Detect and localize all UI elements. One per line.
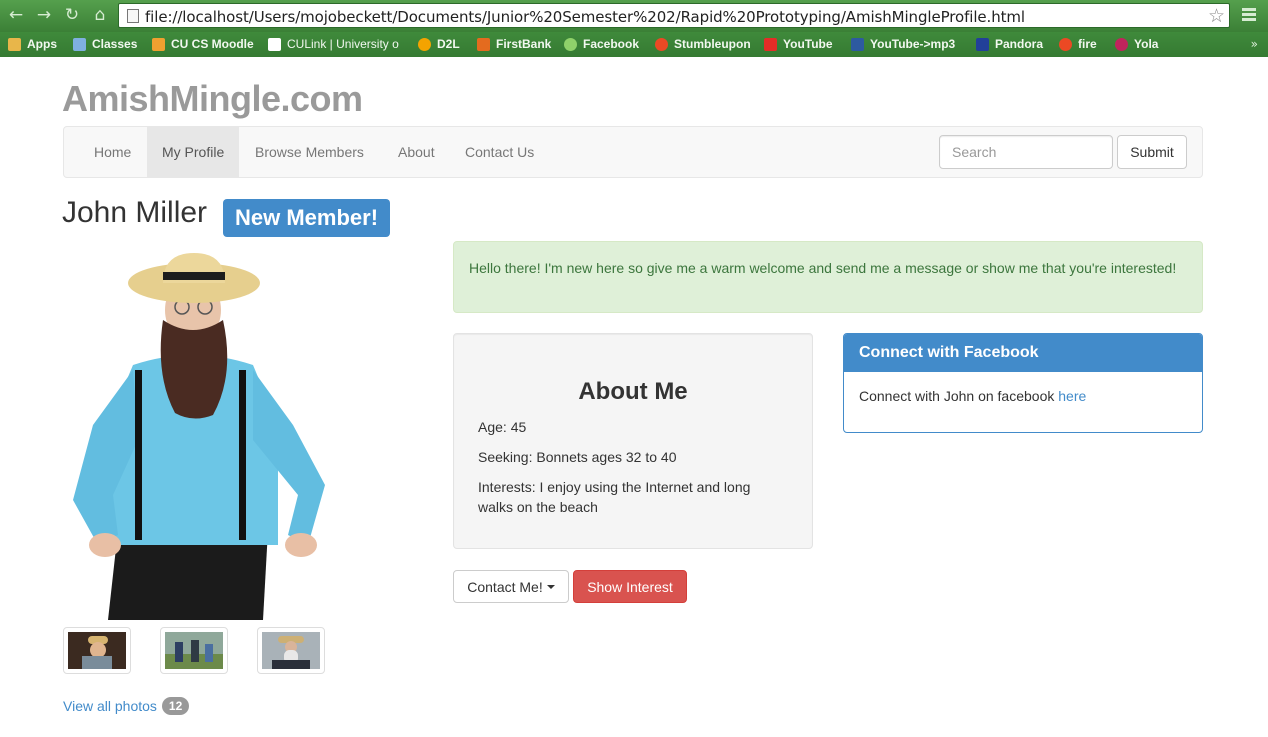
photo-count-badge: 12 bbox=[161, 697, 190, 715]
back-icon[interactable]: ← bbox=[6, 5, 26, 25]
more-bookmarks-icon[interactable]: » bbox=[1251, 37, 1258, 51]
browser-chrome: ← → ↻ ⌂ file://localhost/Users/mojobecke… bbox=[0, 0, 1268, 57]
facebook-link[interactable]: here bbox=[1058, 388, 1086, 404]
bookmark-facebook[interactable]: Facebook bbox=[564, 35, 639, 53]
yola-icon bbox=[1115, 37, 1128, 51]
search-input[interactable] bbox=[939, 135, 1113, 169]
forward-icon[interactable]: → bbox=[34, 5, 54, 25]
contact-me-dropdown[interactable]: Contact Me! bbox=[453, 570, 569, 603]
bookmark-classes[interactable]: Classes bbox=[73, 35, 137, 53]
caret-down-icon bbox=[546, 584, 555, 589]
moodle-icon bbox=[152, 37, 165, 51]
about-me-panel: About Me Age: 45 Seeking: Bonnets ages 3… bbox=[453, 333, 813, 549]
photo-thumbnail[interactable] bbox=[257, 627, 325, 674]
facebook-icon bbox=[564, 37, 577, 51]
bookmark-fire[interactable]: fire bbox=[1059, 35, 1097, 53]
bookmark-firstbank[interactable]: FirstBank bbox=[477, 35, 551, 53]
bookmark-culink[interactable]: CULink | University o bbox=[268, 35, 400, 53]
facebook-connect-text: Connect with John on facebook bbox=[859, 388, 1055, 404]
nav-about[interactable]: About bbox=[383, 127, 450, 177]
bookmark-d2l[interactable]: D2L bbox=[418, 35, 460, 53]
bookmark-yola[interactable]: Yola bbox=[1115, 35, 1158, 53]
seeking-text: Seeking: Bonnets ages 32 to 40 bbox=[478, 449, 677, 465]
interests-text: Interests: I enjoy using the Internet an… bbox=[478, 479, 751, 515]
bookmark-apps[interactable]: Apps bbox=[8, 35, 57, 53]
facebook-panel-heading: Connect with Facebook bbox=[844, 334, 1202, 372]
reload-icon[interactable]: ↻ bbox=[62, 5, 82, 25]
about-me-title: About Me bbox=[578, 378, 688, 405]
firstbank-icon bbox=[477, 37, 490, 51]
bookmark-star-icon[interactable]: ☆ bbox=[1208, 5, 1225, 27]
bookmark-stumbleupon[interactable]: Stumbleupon bbox=[655, 35, 751, 53]
age-text: Age: 45 bbox=[478, 419, 527, 435]
bookmark-youtube[interactable]: YouTube bbox=[764, 35, 833, 53]
facebook-panel: Connect with Facebook Connect with John … bbox=[843, 333, 1203, 433]
photo-thumbnail[interactable] bbox=[160, 627, 228, 674]
d2l-icon bbox=[418, 37, 431, 51]
site-brand[interactable]: AmishMingle.com bbox=[62, 78, 363, 120]
nav-contact-us[interactable]: Contact Us bbox=[450, 127, 549, 177]
bookmark-youtube-mp3[interactable]: YouTube->mp3 bbox=[851, 35, 955, 53]
address-text[interactable]: file://localhost/Users/mojobeckett/Docum… bbox=[145, 8, 1025, 26]
nav-my-profile[interactable]: My Profile bbox=[147, 127, 240, 177]
profile-name: John Miller bbox=[62, 196, 208, 229]
bookmark-moodle[interactable]: CU CS Moodle bbox=[152, 35, 254, 53]
browser-toolbar: ← → ↻ ⌂ file://localhost/Users/mojobecke… bbox=[0, 0, 1268, 32]
apps-icon bbox=[8, 37, 21, 51]
pandora-icon bbox=[976, 37, 989, 51]
folder-icon bbox=[73, 37, 86, 51]
new-member-badge: New Member! bbox=[223, 199, 391, 237]
stumbleupon-icon bbox=[1059, 37, 1072, 51]
menu-icon[interactable] bbox=[1240, 6, 1258, 24]
nav-home[interactable]: Home bbox=[79, 127, 146, 177]
photo-thumbnail[interactable] bbox=[63, 627, 131, 674]
bookmarks-bar: Apps Classes CU CS Moodle CULink | Unive… bbox=[0, 32, 1268, 57]
contact-me-label: Contact Me! bbox=[467, 578, 543, 595]
home-icon[interactable]: ⌂ bbox=[90, 5, 110, 25]
stumbleupon-icon bbox=[655, 37, 668, 51]
navbar: Home My Profile Browse Members About Con… bbox=[63, 126, 1203, 178]
mp3-icon bbox=[851, 37, 864, 51]
view-all-photos-link[interactable]: View all photos 12 bbox=[63, 697, 190, 715]
bookmark-pandora[interactable]: Pandora bbox=[976, 35, 1043, 53]
page-icon bbox=[127, 9, 139, 23]
youtube-icon bbox=[764, 37, 777, 51]
welcome-alert: Hello there! I'm new here so give me a w… bbox=[453, 241, 1203, 313]
view-all-photos-label: View all photos bbox=[63, 698, 157, 714]
show-interest-button[interactable]: Show Interest bbox=[573, 570, 687, 603]
submit-button[interactable]: Submit bbox=[1117, 135, 1187, 169]
facebook-panel-body: Connect with John on facebook here bbox=[844, 372, 1202, 420]
nav-browse-members[interactable]: Browse Members bbox=[240, 127, 379, 177]
address-bar[interactable]: file://localhost/Users/mojobeckett/Docum… bbox=[118, 3, 1230, 28]
profile-photo[interactable] bbox=[63, 245, 338, 620]
page-icon bbox=[268, 37, 281, 51]
